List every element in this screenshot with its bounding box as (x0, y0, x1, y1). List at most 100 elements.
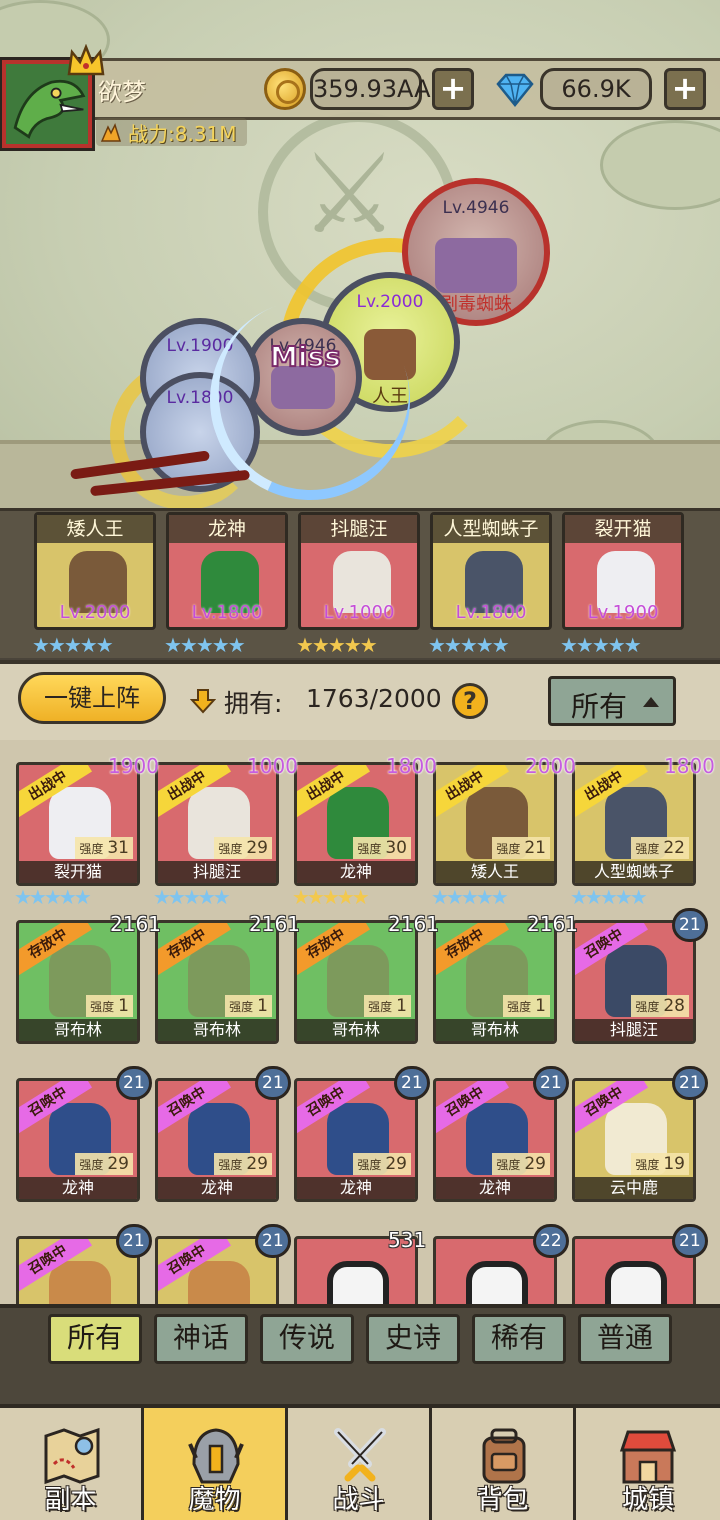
monster-name: 龙神 (158, 1177, 276, 1199)
star-rating: ★★★★★ (164, 633, 246, 657)
monster-name: 哥布林 (297, 1019, 415, 1041)
star-rating: ★★★★★ (153, 885, 231, 909)
miss-popup: Miss (269, 339, 342, 374)
gold-amount: 359.93AA (310, 68, 430, 110)
team-slot[interactable]: 人型蜘蛛子 Lv.1800 (430, 512, 552, 630)
star-rating: ★★★★★ (431, 885, 509, 909)
tab-legendary[interactable]: 传说 (260, 1314, 354, 1364)
star-rating: ★★★★★ (14, 885, 92, 909)
strength-value: 强度 1 (225, 995, 272, 1017)
nav-label: 副本 (44, 1485, 97, 1515)
nav-label: 魔物 (188, 1485, 241, 1515)
team-slot-name: 裂开猫 (565, 515, 681, 543)
team-slot[interactable]: 裂开猫 Lv.1900 (562, 512, 684, 630)
sort-filter-dropdown[interactable]: 所有 (548, 676, 676, 726)
star-rating: ★★★★★ (292, 885, 370, 909)
strength-value: 强度 1 (364, 995, 411, 1017)
star-rating: ★★★★★ (296, 633, 378, 657)
tab-common[interactable]: 普通 (578, 1314, 672, 1364)
count-badge: 21 (533, 1066, 569, 1100)
count-badge: 21 (672, 1224, 708, 1258)
strength-value: 强度 28 (631, 995, 689, 1017)
monster-name: 哥布林 (19, 1019, 137, 1041)
star-rating: ★★★★★ (570, 885, 648, 909)
strength-value: 强度 22 (631, 837, 689, 859)
count-badge: 21 (394, 1066, 430, 1100)
team-slot-level: Lv.1800 (191, 602, 263, 623)
power-display: 战力:8.31M (96, 118, 247, 146)
enemy-level: Lv.4946 (442, 198, 510, 218)
level-badge: 1000 (247, 754, 298, 778)
nav-backpack[interactable]: 背包 (432, 1408, 576, 1520)
level-badge: 1800 (386, 754, 437, 778)
count-badge: 21 (672, 1066, 708, 1100)
team-slot-level: Lv.1000 (323, 602, 395, 623)
quick-deploy-button[interactable]: 一键上阵 (18, 672, 166, 724)
count-badge: 2161 (249, 912, 300, 936)
tab-epic[interactable]: 史诗 (366, 1314, 460, 1364)
count-badge: 531 (388, 1228, 427, 1252)
nav-battle[interactable]: 战斗 (288, 1408, 432, 1520)
nav-label: 战斗 (332, 1485, 385, 1515)
monster-card[interactable]: 召唤中 强度 29 龙神 (433, 1078, 557, 1202)
star-rating: ★★★★★ (32, 633, 114, 657)
team-slot-name: 矮人王 (37, 515, 153, 543)
nav-monsters[interactable]: 魔物 (144, 1408, 288, 1520)
team-slot[interactable]: 抖腿汪 Lv.1000 (298, 512, 420, 630)
monster-name: 龙神 (297, 1177, 415, 1199)
count-badge: 21 (255, 1224, 291, 1258)
team-slot-name: 抖腿汪 (301, 515, 417, 543)
strength-value: 强度 30 (353, 837, 411, 859)
star-rating: ★★★★★ (560, 633, 642, 657)
monster-name: 人型蜘蛛子 (575, 861, 693, 883)
monster-card[interactable]: 召唤中 强度 29 龙神 (294, 1078, 418, 1202)
strength-value: 强度 31 (75, 837, 133, 859)
team-slot-level: Lv.1900 (587, 602, 659, 623)
power-icon (100, 122, 122, 142)
team-slot[interactable]: 矮人王 Lv.2000 (34, 512, 156, 630)
panda-figure (327, 1261, 389, 1304)
count-badge: 21 (116, 1066, 152, 1100)
strength-value: 强度 1 (503, 995, 550, 1017)
monster-name: 龙神 (19, 1177, 137, 1199)
monster-card[interactable]: 召唤中 强度 28 抖腿汪 (572, 920, 696, 1044)
monster-name: 矮人王 (436, 861, 554, 883)
add-gem-button[interactable]: + (664, 68, 706, 110)
help-icon[interactable]: ? (452, 683, 488, 719)
strength-value: 强度 19 (631, 1153, 689, 1175)
nav-town[interactable]: 城镇 (576, 1408, 720, 1520)
count-badge: 2161 (527, 912, 578, 936)
strength-value: 强度 29 (75, 1153, 133, 1175)
monster-name: 哥布林 (158, 1019, 276, 1041)
strength-value: 强度 29 (214, 1153, 272, 1175)
tab-all[interactable]: 所有 (48, 1314, 142, 1364)
monster-name: 哥布林 (436, 1019, 554, 1041)
monster-name: 抖腿汪 (575, 1019, 693, 1041)
tree-decoration (600, 120, 720, 210)
monster-figure (188, 1261, 250, 1304)
count-badge: 22 (533, 1224, 569, 1258)
filter-label: 所有 (571, 690, 628, 723)
player-name: 欲梦 (98, 78, 146, 106)
strength-value: 强度 29 (492, 1153, 550, 1175)
strength-value: 强度 29 (214, 837, 272, 859)
power-value: 战力:8.31M (128, 122, 237, 146)
gem-amount: 66.9K (540, 68, 652, 110)
add-gold-button[interactable]: + (432, 68, 474, 110)
monster-name: 抖腿汪 (158, 861, 276, 883)
monster-card[interactable]: 召唤中 强度 29 龙神 (16, 1078, 140, 1202)
strength-value: 强度 29 (353, 1153, 411, 1175)
nav-dungeon[interactable]: 副本 (0, 1408, 144, 1520)
team-slot[interactable]: 龙神 Lv.1800 (166, 512, 288, 630)
gold-coin-icon (264, 68, 306, 110)
count-badge: 21 (672, 908, 708, 942)
diamond-icon (496, 73, 534, 107)
arrow-down-icon (190, 689, 216, 714)
level-badge: 1800 (664, 754, 715, 778)
monster-card[interactable]: 召唤中 强度 19 云中鹿 (572, 1078, 696, 1202)
count-badge: 2161 (388, 912, 439, 936)
tab-rare[interactable]: 稀有 (472, 1314, 566, 1364)
tab-mythic[interactable]: 神话 (154, 1314, 248, 1364)
monster-card[interactable]: 召唤中 强度 29 龙神 (155, 1078, 279, 1202)
monster-figure (49, 1261, 111, 1304)
